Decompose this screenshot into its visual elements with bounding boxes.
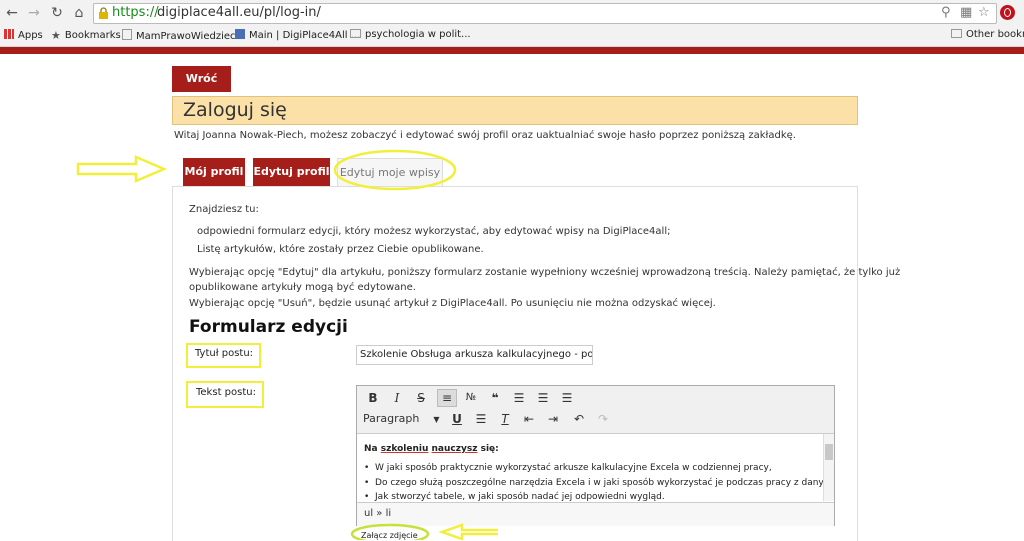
italic-icon[interactable]: I [387, 389, 407, 407]
zoom-icon[interactable]: ⚲ [941, 5, 951, 20]
strikethrough-icon[interactable]: S [411, 389, 431, 407]
heading-word: Na [364, 444, 378, 454]
opera-icon[interactable] [1000, 5, 1015, 20]
info-line: Wybierając opcję "Usuń", będzie usunąć a… [189, 298, 716, 309]
element-path: ul » li [364, 508, 392, 519]
bookmarks-bar: Apps ★ Bookmarks MamPrawoWiedziec... Main… [0, 26, 1024, 47]
welcome-text: Witaj Joanna Nowak-Piech, możesz zobaczy… [174, 130, 796, 141]
info-line: Wybierając opcję "Edytuj" dla artykułu, … [189, 267, 901, 278]
tab-edit-profile[interactable]: Edytuj profil [253, 158, 330, 186]
site-header-strip [0, 47, 1024, 54]
forward-arrow-icon[interactable]: → [25, 4, 43, 22]
bookmark-label: Bookmarks [64, 30, 121, 41]
bookmark-bookmarks[interactable]: ★ Bookmarks [51, 29, 121, 42]
heading-word: szkoleniu [380, 444, 429, 454]
folder-icon [951, 29, 962, 38]
bullet-text: Jak stworzyć tabele, w jaki sposób nadać… [375, 492, 665, 501]
list-item: odpowiedni formularz edycji, który możes… [197, 226, 671, 237]
star-icon: ★ [51, 29, 61, 42]
numbered-list-icon[interactable]: № [461, 389, 481, 407]
highlight-box [186, 343, 261, 368]
bullet-text: W jaki sposób praktycznie wykorzystać ar… [375, 463, 772, 473]
site-icon [235, 29, 245, 39]
page-title: Zaloguj się [183, 99, 287, 121]
undo-icon[interactable]: ↶ [569, 410, 589, 428]
bullet-list-icon[interactable]: ≡ [437, 389, 457, 407]
bullet-text: Do czego służą poszczególne narzędzia Ex… [375, 478, 823, 488]
url-path: digiplace4all.eu/pl/log-in/ [157, 5, 321, 20]
browser-toolbar: ← → ↻ ⌂ https:// digiplace4all.eu/pl/log… [0, 0, 1024, 26]
scroll-thumb[interactable] [825, 444, 833, 460]
home-icon[interactable]: ⌂ [70, 4, 88, 22]
lock-icon [99, 7, 108, 19]
bookmark-label: Apps [18, 30, 43, 41]
editor-list-item: • Jak stworzyć tabele, w jaki sposób nad… [364, 492, 665, 501]
redo-icon[interactable]: ↷ [593, 410, 613, 428]
align-left-icon[interactable]: ☰ [509, 389, 529, 407]
outdent-icon[interactable]: ⇤ [519, 410, 539, 428]
info-line: opublikowane artykuły mogą być edytowane… [189, 282, 416, 293]
heading-word: się: [480, 444, 499, 454]
underline-icon[interactable]: U [447, 410, 467, 428]
highlight-ellipse [350, 523, 498, 540]
bookmark-apps[interactable]: Apps [4, 29, 43, 41]
bookmark-psychologia[interactable]: psychologia w polit... [350, 29, 471, 40]
address-bar[interactable]: https:// digiplace4all.eu/pl/log-in/ ⚲ ▦… [93, 3, 997, 24]
rich-text-editor: B I S ≡ № ❝ ☰ ☰ ☰ Paragraph ▼ U ☰ T ⇤ ⇥ ↶… [356, 385, 835, 526]
editor-content[interactable]: Na szkoleniu nauczysz się: • W jaki spos… [357, 434, 823, 501]
form-title: Formularz edycji [189, 317, 348, 337]
format-value: Paragraph [363, 412, 420, 425]
bookmark-label: MamPrawoWiedziec... [136, 31, 246, 42]
clear-format-icon[interactable]: T [495, 410, 515, 428]
editor-toolbar: B I S ≡ № ❝ ☰ ☰ ☰ Paragraph ▼ U ☰ T ⇤ ⇥ ↶… [357, 386, 834, 434]
editor-list-item: • Do czego służą poszczególne narzędzia … [364, 478, 823, 488]
bookmark-mamprawo[interactable]: MamPrawoWiedziec... [122, 29, 245, 42]
intro-text: Znajdziesz tu: [189, 204, 259, 215]
url-scheme: https:// [112, 5, 159, 20]
bookmark-other[interactable]: Other bookmar [951, 29, 1024, 40]
align-center-icon[interactable]: ☰ [533, 389, 553, 407]
bookmark-label: psychologia w polit... [365, 29, 471, 40]
editor-scrollbar[interactable] [823, 434, 834, 501]
bookmark-label: Main | DigiPlace4All ... [249, 30, 361, 41]
list-item: Listę artykułów, które zostały przez Cie… [197, 244, 484, 255]
chevron-down-icon: ▼ [433, 415, 440, 424]
reload-icon[interactable]: ↻ [48, 4, 66, 22]
folder-icon [350, 29, 361, 38]
highlight-ellipse [333, 149, 457, 191]
editor-list-item: • W jaki sposób praktycznie wykorzystać … [364, 463, 772, 473]
align-right-icon[interactable]: ☰ [557, 389, 577, 407]
bold-icon[interactable]: B [363, 389, 383, 407]
title-bar: Zaloguj się [172, 96, 858, 125]
blockquote-icon[interactable]: ❝ [485, 389, 505, 407]
arrow-right-icon [76, 155, 168, 183]
bookmark-digiplace[interactable]: Main | DigiPlace4All ... [235, 29, 360, 41]
highlight-box [186, 381, 264, 408]
indent-icon[interactable]: ⇥ [543, 410, 563, 428]
bookmark-label: Other bookmar [966, 29, 1024, 40]
page-icon [122, 29, 132, 40]
star-icon[interactable]: ☆ [978, 5, 990, 20]
apps-grid-icon [4, 29, 14, 39]
editor-heading: Na szkoleniu nauczysz się: [364, 444, 499, 454]
justify-icon[interactable]: ☰ [471, 410, 491, 428]
tab-my-profile[interactable]: Mój profil [183, 158, 245, 186]
back-button[interactable]: Wróć [172, 66, 231, 92]
post-title-input[interactable]: Szkolenie Obsługa arkusza kalkulacyjnego… [356, 345, 593, 365]
back-arrow-icon[interactable]: ← [3, 4, 21, 22]
format-select[interactable]: Paragraph ▼ [363, 410, 443, 428]
heading-word: nauczysz [431, 444, 478, 454]
extension-icon[interactable]: ▦ [960, 5, 972, 20]
